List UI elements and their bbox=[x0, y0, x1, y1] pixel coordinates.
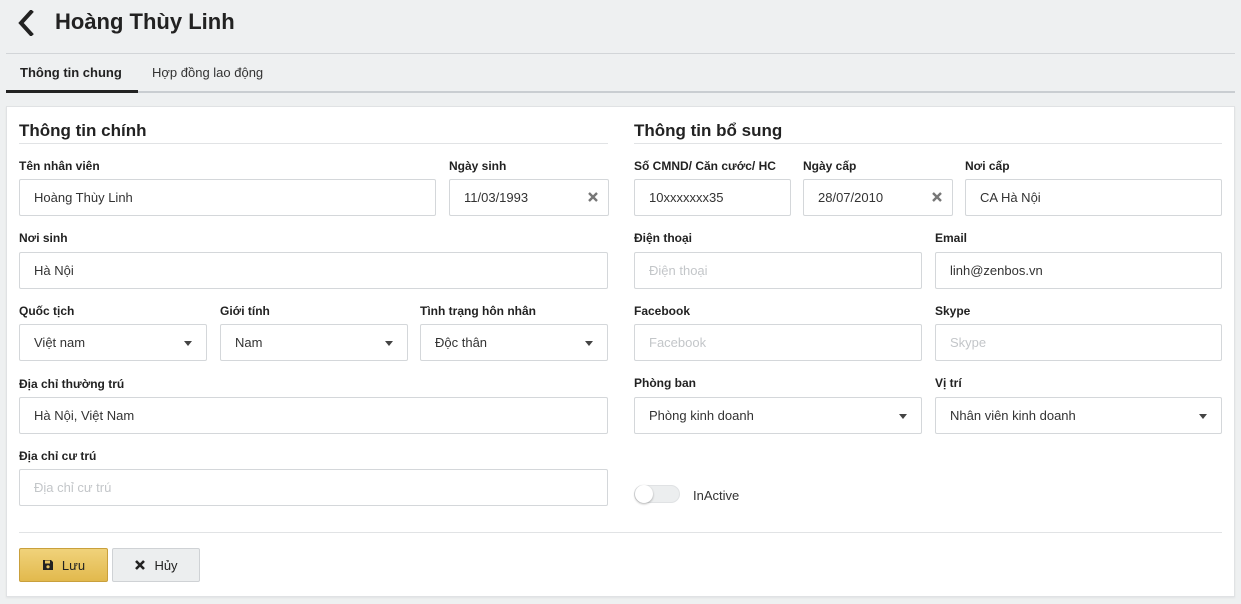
email-label: Email bbox=[935, 231, 968, 245]
email-input[interactable] bbox=[936, 253, 1221, 288]
nationality-label: Quốc tịch bbox=[19, 304, 75, 318]
skype-input[interactable] bbox=[936, 325, 1221, 360]
permanent-address-label: Địa chỉ thường trú bbox=[19, 377, 125, 391]
cancel-button-label: Hủy bbox=[154, 557, 178, 573]
tab-active-indicator bbox=[6, 90, 138, 93]
save-icon bbox=[42, 559, 54, 571]
close-icon bbox=[134, 559, 146, 571]
skype-field[interactable] bbox=[935, 324, 1222, 361]
clear-issue-date-icon[interactable] bbox=[930, 190, 944, 204]
issue-place-input[interactable] bbox=[966, 180, 1221, 215]
birth-date-input[interactable] bbox=[450, 180, 608, 215]
birth-place-field[interactable] bbox=[19, 252, 608, 289]
chevron-down-icon bbox=[899, 414, 907, 419]
main-info-divider bbox=[19, 143, 608, 144]
birth-date-field[interactable] bbox=[449, 179, 609, 216]
marital-status-value: Độc thân bbox=[435, 335, 488, 350]
employee-name-field[interactable] bbox=[19, 179, 436, 216]
birth-date-label: Ngày sinh bbox=[449, 159, 507, 173]
facebook-input[interactable] bbox=[635, 325, 921, 360]
current-address-field[interactable] bbox=[19, 469, 608, 506]
department-label: Phòng ban bbox=[634, 376, 696, 390]
chevron-down-icon bbox=[184, 341, 192, 346]
inactive-toggle-label: InActive bbox=[693, 488, 740, 503]
back-arrow-icon[interactable] bbox=[16, 9, 36, 37]
birth-place-label: Nơi sinh bbox=[19, 231, 68, 245]
marital-status-select[interactable]: Độc thân bbox=[420, 324, 608, 361]
skype-label: Skype bbox=[935, 304, 971, 318]
marital-status-label: Tình trạng hôn nhân bbox=[420, 304, 536, 318]
inactive-toggle[interactable] bbox=[634, 485, 680, 503]
issue-place-label: Nơi cấp bbox=[965, 159, 1010, 173]
save-button-label: Lưu bbox=[61, 557, 86, 573]
chevron-down-icon bbox=[385, 341, 393, 346]
permanent-address-field[interactable] bbox=[19, 397, 608, 434]
footer-divider bbox=[19, 532, 1222, 533]
gender-value: Nam bbox=[235, 335, 263, 350]
email-field[interactable] bbox=[935, 252, 1222, 289]
cancel-button[interactable]: Hủy bbox=[112, 548, 200, 582]
toggle-knob bbox=[635, 485, 653, 503]
issue-date-field[interactable] bbox=[803, 179, 953, 216]
employee-form-card: Thông tin chính Tên nhân viên Ngày sinh … bbox=[6, 106, 1235, 597]
phone-input[interactable] bbox=[635, 253, 921, 288]
department-select[interactable]: Phòng kinh doanh bbox=[634, 397, 922, 434]
current-address-input[interactable] bbox=[20, 470, 607, 505]
issue-date-label: Ngày cấp bbox=[803, 159, 857, 173]
save-button[interactable]: Lưu bbox=[19, 548, 108, 582]
clear-birth-date-icon[interactable] bbox=[586, 190, 600, 204]
tab-general-info[interactable]: Thông tin chung bbox=[20, 54, 122, 91]
id-number-input[interactable] bbox=[635, 180, 790, 215]
id-number-field[interactable] bbox=[634, 179, 791, 216]
phone-label: Điện thoại bbox=[634, 231, 693, 245]
tab-bar: Thông tin chung Hợp đồng lao động bbox=[6, 54, 1235, 93]
tab-labor-contract[interactable]: Hợp đồng lao động bbox=[152, 54, 263, 91]
department-value: Phòng kinh doanh bbox=[649, 408, 754, 423]
employee-name-input[interactable] bbox=[20, 180, 435, 215]
extra-info-title: Thông tin bổ sung bbox=[634, 121, 783, 140]
id-number-label: Số CMND/ Căn cước/ HC bbox=[634, 159, 776, 173]
facebook-label: Facebook bbox=[634, 304, 691, 318]
page-header: Hoàng Thùy Linh bbox=[0, 0, 1241, 46]
position-value: Nhân viên kinh doanh bbox=[950, 408, 1076, 423]
issue-place-field[interactable] bbox=[965, 179, 1222, 216]
phone-field[interactable] bbox=[634, 252, 922, 289]
birth-place-input[interactable] bbox=[20, 253, 607, 288]
extra-info-divider bbox=[634, 143, 1222, 144]
gender-select[interactable]: Nam bbox=[220, 324, 408, 361]
chevron-down-icon bbox=[585, 341, 593, 346]
main-info-title: Thông tin chính bbox=[19, 121, 147, 140]
current-address-label: Địa chỉ cư trú bbox=[19, 449, 97, 463]
position-label: Vị trí bbox=[935, 376, 962, 390]
chevron-down-icon bbox=[1199, 414, 1207, 419]
nationality-value: Việt nam bbox=[34, 335, 86, 350]
facebook-field[interactable] bbox=[634, 324, 922, 361]
nationality-select[interactable]: Việt nam bbox=[19, 324, 207, 361]
gender-label: Giới tính bbox=[220, 304, 270, 318]
position-select[interactable]: Nhân viên kinh doanh bbox=[935, 397, 1222, 434]
page-title: Hoàng Thùy Linh bbox=[55, 9, 235, 34]
employee-name-label: Tên nhân viên bbox=[19, 159, 100, 173]
permanent-address-input[interactable] bbox=[20, 398, 607, 433]
